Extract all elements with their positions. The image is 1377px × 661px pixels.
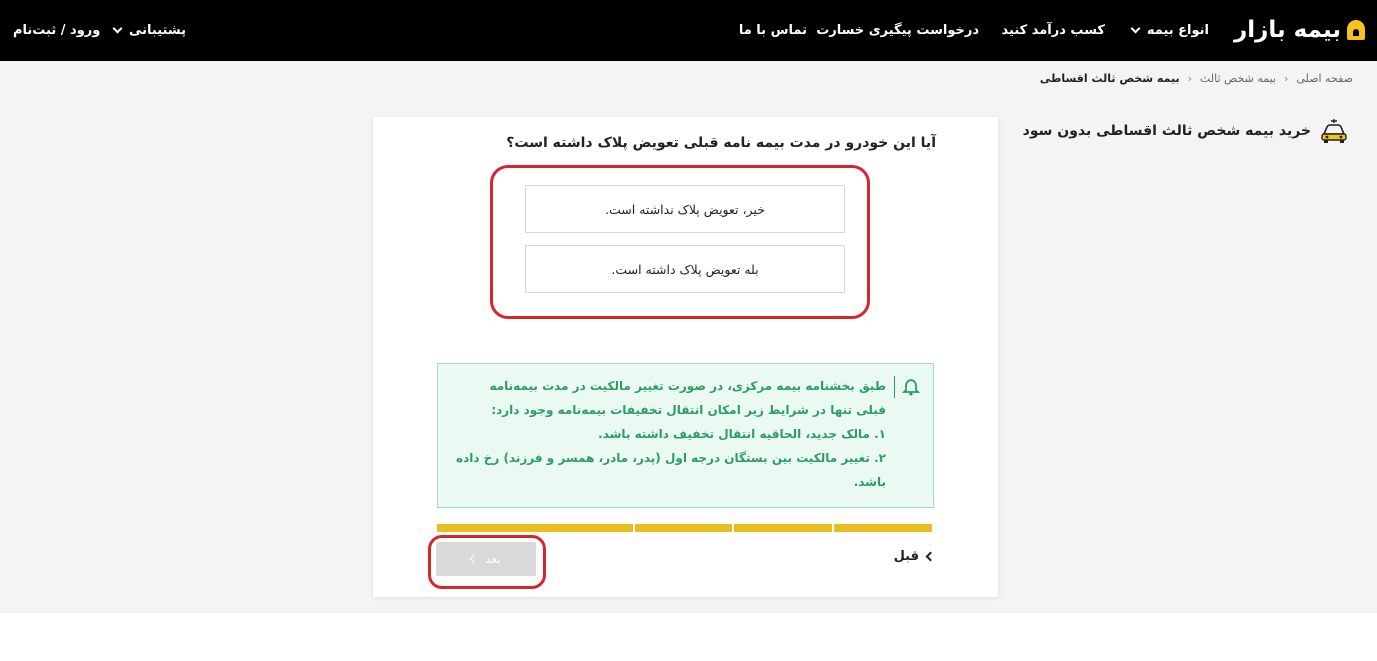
chevron-down-icon [1130,23,1141,34]
notice-box: طبق بخشنامه بیمه مرکزی، در صورت تغییر ما… [437,363,934,508]
nav-contact-label: تماس با ما [738,23,807,38]
chevron-left-icon: ‹ [1187,72,1192,85]
previous-button-label: قبل [893,549,919,564]
chevron-right-icon [925,551,936,562]
nav-contact[interactable]: تماس با ما [739,0,807,61]
chevron-down-icon [112,23,123,34]
breadcrumb-third-party[interactable]: بیمه شخص ثالث [1200,72,1276,85]
nav-claim-tracking-label: درخواست پیگیری خسارت [816,23,979,38]
notice-text: طبق بخشنامه بیمه مرکزی، در صورت تغییر ما… [456,374,886,494]
nav-insurance-types-label: انواع بیمه [1146,23,1209,38]
option-label: بله تعویض پلاک داشته است. [611,261,759,277]
nav-login[interactable]: ورود / ثبت‌نام [13,0,100,61]
breadcrumb-current: بیمه شخص ثالث اقساطی [1039,72,1180,85]
top-navbar: بیمه بازار انواع بیمه کسب درآمد کنید درخ… [0,0,1377,61]
option-label: خیر، تعویض پلاک نداشته است. [605,201,765,217]
nav-support-label: پشتیبانی [129,23,186,38]
side-title-text: خرید بیمه شخص ثالث اقساطی بدون سود [1022,123,1311,139]
progress-bar [437,524,934,532]
car-icon [1321,119,1347,143]
logo-text: بیمه بازار [1233,17,1341,43]
notice-line-2: ۱. مالک جدید، الحاقیه انتقال تخفیف داشته… [598,427,886,441]
breadcrumb: صفحه اصلی ‹ بیمه شخص ثالث ‹ بیمه شخص ثال… [1040,72,1353,85]
notice-line-1: طبق بخشنامه بیمه مرکزی، در صورت تغییر ما… [489,379,886,417]
nav-support[interactable]: پشتیبانی [112,0,186,61]
breadcrumb-home[interactable]: صفحه اصلی [1296,72,1353,85]
option-no-plate-change[interactable]: خیر، تعویض پلاک نداشته است. [525,185,845,233]
progress-step [437,524,535,532]
progress-step [634,524,735,532]
site-logo[interactable]: بیمه بازار [1234,14,1365,46]
next-button-label: بعد [485,552,501,566]
nav-claim-tracking[interactable]: درخواست پیگیری خسارت [816,0,979,61]
question-text: آیا این خودرو در مدت بیمه نامه قبلی تعوی… [506,135,936,151]
chevron-left-icon: ‹ [1283,72,1289,85]
previous-button[interactable]: قبل [893,549,936,564]
nav-login-label: ورود / ثبت‌نام [13,23,101,38]
question-card: آیا این خودرو در مدت بیمه نامه قبلی تعوی… [373,117,998,597]
nav-insurance-types[interactable]: انواع بیمه [1130,0,1209,61]
bell-icon [902,379,920,396]
nav-earn-money[interactable]: کسب درآمد کنید [1002,0,1105,61]
progress-step [734,524,835,532]
nav-earn-money-label: کسب درآمد کنید [1001,23,1105,38]
progress-step [834,524,934,532]
notice-divider [894,376,895,398]
logo-icon [1347,20,1365,40]
side-title: خرید بیمه شخص ثالث اقساطی بدون سود [1023,117,1349,145]
option-yes-plate-change[interactable]: بله تعویض پلاک داشته است. [525,245,845,293]
notice-line-3: ۲. تغییر مالکیت بین بستگان درجه اول (پدر… [456,451,886,489]
next-button[interactable]: بعد [436,542,536,576]
chevron-left-icon [470,554,479,564]
progress-step [534,524,635,532]
